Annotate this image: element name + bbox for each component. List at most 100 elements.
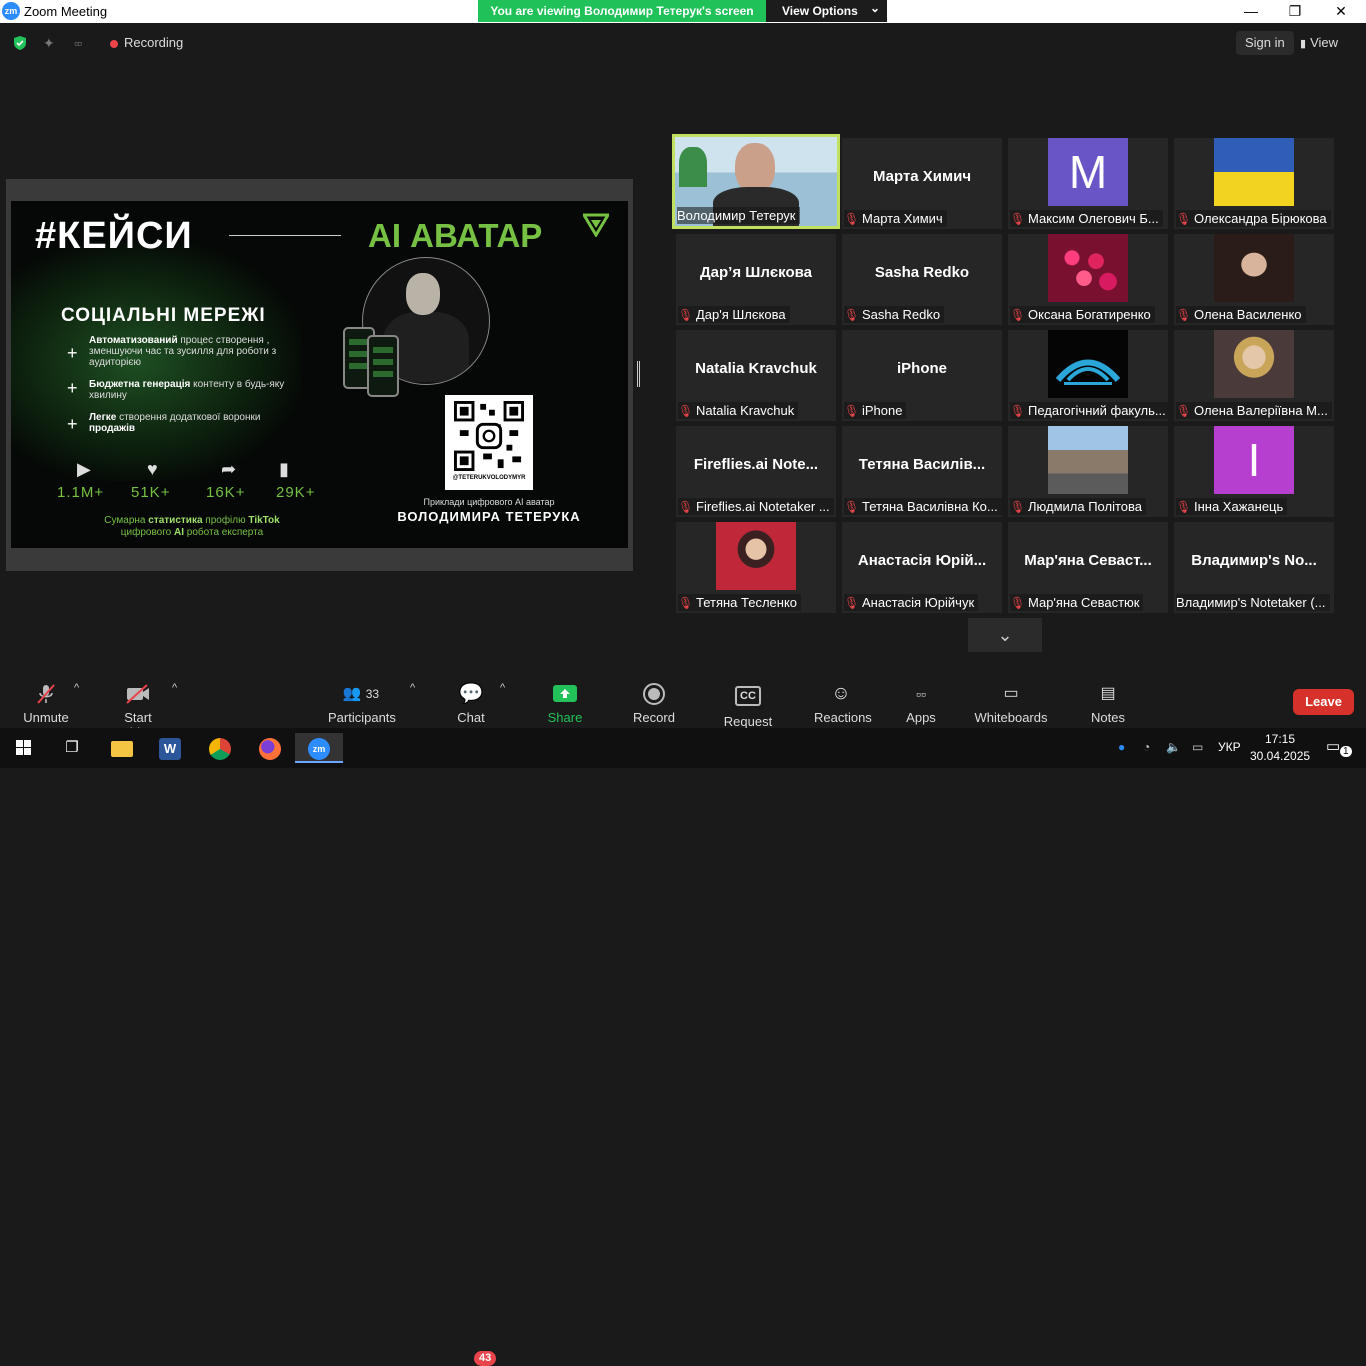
microphone-muted-icon: 🎙 xyxy=(1010,212,1026,226)
encryption-shield-icon[interactable] xyxy=(12,35,28,51)
apps-label: Apps xyxy=(906,710,936,725)
microphone-muted-icon xyxy=(37,684,55,704)
view-options-button[interactable]: View Options ⌄ xyxy=(766,0,887,22)
zoom-tray-icon[interactable]: ● xyxy=(1118,740,1125,754)
plus-icon: + xyxy=(67,414,78,434)
participant-tile[interactable]: 🎙 Оксана Богатиренко xyxy=(1008,234,1168,325)
view-label: View xyxy=(1310,35,1339,50)
participant-tile[interactable]: Тетяна Василів... 🎙 Тетяна Василівна Ко... xyxy=(842,426,1002,517)
stat-shares: 16K+ xyxy=(206,484,246,501)
participant-tile[interactable]: iPhone 🎙 iPhone xyxy=(842,330,1002,421)
participant-tile[interactable]: 🎙 Педагогічний факуль... xyxy=(1008,330,1168,421)
chevron-down-icon: ⌄ xyxy=(870,1,881,15)
whiteboards-label: Whiteboards xyxy=(974,710,1048,725)
microphone-muted-icon: 🎙 xyxy=(678,500,694,514)
record-button[interactable]: Record xyxy=(632,682,676,725)
participant-tile[interactable]: 🎙 Олена Валеріївна М... xyxy=(1174,330,1334,421)
participant-tile[interactable]: M 🎙 Максим Олегович Б... xyxy=(1008,138,1168,229)
unmute-button[interactable]: Unmute xyxy=(20,682,72,725)
recording-dot-icon xyxy=(110,39,118,48)
notifications-icon[interactable]: ▭ xyxy=(1326,737,1340,755)
language-indicator[interactable]: УКР xyxy=(1218,740,1241,754)
chat-unread-badge: 43 xyxy=(474,1351,497,1366)
participant-tile[interactable]: 🎙 Тетяна Тесленко xyxy=(676,522,836,613)
chat-bubble-icon: 💬 xyxy=(458,683,484,705)
meeting-controls-bar: Unmute ^ Start Video ^ 👥 33 Participants… xyxy=(0,674,1366,1366)
participant-tile[interactable]: Fireflies.ai Note... 🎙 Fireflies.ai Noteta… xyxy=(676,426,836,517)
participant-tile[interactable]: Анастасія Юрій... 🎙 Анастасія Юрійчук xyxy=(842,522,1002,613)
participant-name: Олена Василенко xyxy=(1194,307,1302,322)
ai-companion-icon[interactable]: ✦ xyxy=(43,35,59,51)
zoom-taskbar-icon[interactable]: zm xyxy=(295,733,343,763)
firefox-icon[interactable] xyxy=(246,733,294,763)
viewing-screen-message: You are viewing Володимир Тетерук's scre… xyxy=(490,4,754,18)
screen-share-banner: You are viewing Володимир Тетерук's scre… xyxy=(478,0,887,22)
close-button[interactable]: ✕ xyxy=(1318,0,1364,23)
view-button[interactable]: ▮ View xyxy=(1300,31,1338,55)
participant-label: 🎙 Олександра Бірюкова xyxy=(1176,210,1331,227)
phone-mockup xyxy=(367,335,399,397)
maximize-button[interactable]: ❐ xyxy=(1272,0,1318,23)
sign-in-button[interactable]: Sign in xyxy=(1236,31,1294,55)
display-icon[interactable]: ▭ xyxy=(1192,740,1203,754)
participants-button[interactable]: 👥 33 Participants xyxy=(328,682,396,725)
grid-apps-icon[interactable]: ▫▫ xyxy=(74,35,90,51)
participants-caret-icon[interactable]: ^ xyxy=(410,682,415,694)
participant-name: Максим Олегович Б... xyxy=(1028,211,1159,226)
share-screen-icon xyxy=(553,685,577,702)
view-options-label: View Options xyxy=(782,4,858,18)
whiteboards-button[interactable]: ▭ Whiteboards xyxy=(974,682,1048,725)
leave-button[interactable]: Leave xyxy=(1293,689,1354,715)
participant-tile[interactable]: 🎙 Олександра Бірюкова xyxy=(1174,138,1334,229)
windows-start-icon[interactable] xyxy=(0,733,48,763)
participant-tile[interactable]: Владимир's No... Владимир's Notetaker (..… xyxy=(1174,522,1334,613)
next-page-chevron-icon[interactable]: ⌄ xyxy=(968,618,1042,652)
reactions-button[interactable]: ☺ Reactions xyxy=(814,682,872,725)
participant-tile[interactable]: Sasha Redko 🎙 Sasha Redko xyxy=(842,234,1002,325)
clock-date[interactable]: 30.04.2025 xyxy=(1250,749,1310,763)
audio-options-caret-icon[interactable]: ^ xyxy=(74,682,79,694)
participant-tile[interactable]: 🎙 Олена Василенко xyxy=(1174,234,1334,325)
participant-tile[interactable]: I 🎙 Інна Хажанець xyxy=(1174,426,1334,517)
volume-muted-icon[interactable]: 🔈 xyxy=(1166,740,1181,754)
slide-author-name: ВОЛОДИМИРА ТЕТЕРУКА xyxy=(397,509,581,524)
minimize-button[interactable]: — xyxy=(1228,0,1274,23)
participant-tile-name: Марта Химич xyxy=(872,168,972,185)
recording-indicator[interactable]: Recording xyxy=(102,31,191,55)
microphone-muted-icon: 🎙 xyxy=(1010,500,1026,514)
chrome-icon[interactable] xyxy=(196,733,244,763)
participant-label: 🎙 Педагогічний факуль... xyxy=(1010,402,1168,419)
apps-grid-icon: ▫▫ xyxy=(916,686,926,702)
split-view-resize-handle[interactable] xyxy=(637,361,640,387)
brand-triangle-icon xyxy=(583,213,609,237)
participant-name: Оксана Богатиренко xyxy=(1028,307,1151,322)
apps-button[interactable]: ▫▫ Apps xyxy=(904,682,938,725)
task-view-icon[interactable]: ❐ xyxy=(48,733,96,763)
word-icon[interactable]: W xyxy=(146,733,194,763)
participant-tile[interactable]: Natalia Kravchuk 🎙 Natalia Kravchuk xyxy=(676,330,836,421)
notes-button[interactable]: ▤ Notes xyxy=(1090,682,1126,725)
stat-likes: 51K+ xyxy=(131,484,171,501)
participant-tile[interactable]: Мар'яна Севаст... 🎙 Мар'яна Севастюк xyxy=(1008,522,1168,613)
microphone-muted-icon: 🎙 xyxy=(1010,596,1026,610)
participants-label: Participants xyxy=(328,710,396,725)
participant-tile[interactable]: 🎙 Людмила Політова xyxy=(1008,426,1168,517)
participant-tile[interactable]: Марта Химич 🎙 Марта Химич xyxy=(842,138,1002,229)
participant-name: Владимир's Notetaker (... xyxy=(1176,595,1326,610)
participant-name: Fireflies.ai Notetaker ... xyxy=(696,499,830,514)
notes-document-icon: ▤ xyxy=(1100,685,1116,702)
file-explorer-icon[interactable] xyxy=(98,733,146,763)
participant-label: 🎙 Мар'яна Севастюк xyxy=(1010,594,1144,611)
chat-caret-icon[interactable]: ^ xyxy=(500,682,505,694)
participant-tile[interactable]: Володимир Тетерук xyxy=(672,134,840,229)
video-options-caret-icon[interactable]: ^ xyxy=(172,682,177,694)
chat-button[interactable]: 💬 Chat xyxy=(452,682,490,725)
network-icon[interactable]: ◔ xyxy=(1143,740,1150,754)
participant-avatar xyxy=(1048,426,1128,494)
slide-examples-caption: Приклади цифрового AI аватар xyxy=(423,497,555,507)
participant-label: 🎙 Тетяна Тесленко xyxy=(678,594,802,611)
participant-tile[interactable]: Дар’я Шлєкова 🎙 Дар'я Шлєкова xyxy=(676,234,836,325)
clock-time[interactable]: 17:15 xyxy=(1254,732,1306,746)
participant-label: 🎙 Оксана Богатиренко xyxy=(1010,306,1155,323)
participant-name: Олександра Бірюкова xyxy=(1194,211,1327,226)
